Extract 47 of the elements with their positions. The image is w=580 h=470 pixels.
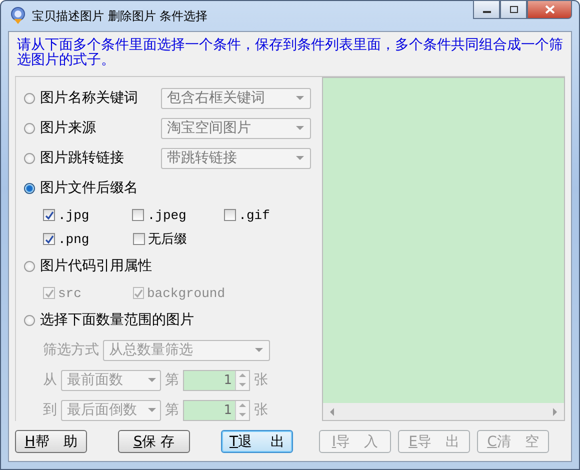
checkbox-label[interactable]: 无后缀 [148, 230, 187, 248]
field-label: 从 [43, 371, 57, 389]
unit-label: 张 [254, 371, 268, 389]
caret-icon [296, 96, 304, 100]
condition-label[interactable]: 图片文件后缀名 [40, 179, 156, 197]
dialog-button[interactable]: S保 存 [118, 430, 190, 453]
checkbox-label[interactable]: .jpg [58, 208, 90, 222]
caret-icon [296, 126, 304, 130]
checkbox[interactable] [132, 209, 144, 221]
minimize-button[interactable] [473, 0, 500, 19]
checkbox-label[interactable]: .jpeg [147, 208, 186, 222]
radio-button[interactable] [24, 92, 35, 104]
scroll-right-icon[interactable] [552, 408, 558, 416]
checkbox[interactable] [43, 233, 55, 245]
caret-icon [148, 378, 156, 382]
radio-button[interactable] [24, 122, 35, 134]
maximize-icon [508, 5, 518, 14]
condition-label[interactable]: 图片跳转链接 [40, 149, 156, 167]
caret-icon [255, 348, 263, 352]
checkbox[interactable] [224, 209, 236, 221]
dialog-button[interactable]: H帮 助 [15, 430, 87, 453]
radio-button[interactable] [24, 182, 35, 194]
condition-label[interactable]: 图片代码引用属性 [40, 257, 156, 275]
field-label: 筛选方式 [43, 341, 99, 359]
horizontal-scrollbar[interactable] [323, 403, 564, 420]
checkbox[interactable] [43, 209, 55, 221]
checkbox-label[interactable]: .gif [238, 208, 270, 222]
dialog-button[interactable]: T退 出 [221, 430, 293, 453]
window-title: 宝贝描述图片 删除图片 条件选择 [32, 8, 208, 24]
caret-icon [148, 408, 156, 412]
close-icon [544, 5, 554, 14]
instruction-text: 请从下面多个条件里面选择一个条件，保存到条件列表里面，多个条件共同组合成一个筛选图片的式子。 [16, 36, 564, 70]
close-button[interactable] [527, 0, 572, 19]
caret-icon [296, 156, 304, 160]
field-label: 到 [43, 401, 57, 419]
field-label: 第 [165, 371, 179, 389]
unit-label: 张 [254, 401, 268, 419]
condition-label[interactable]: 图片名称关键词 [40, 89, 156, 107]
maximize-button[interactable] [500, 0, 527, 19]
checkbox-label[interactable]: .png [58, 232, 90, 246]
field-label: 第 [165, 401, 179, 419]
radio-button[interactable] [24, 260, 35, 272]
condition-label[interactable]: 图片来源 [40, 119, 156, 137]
checkbox[interactable] [133, 233, 145, 245]
scroll-left-icon[interactable] [329, 408, 335, 416]
radio-button[interactable] [24, 152, 35, 164]
app-icon [10, 7, 26, 25]
